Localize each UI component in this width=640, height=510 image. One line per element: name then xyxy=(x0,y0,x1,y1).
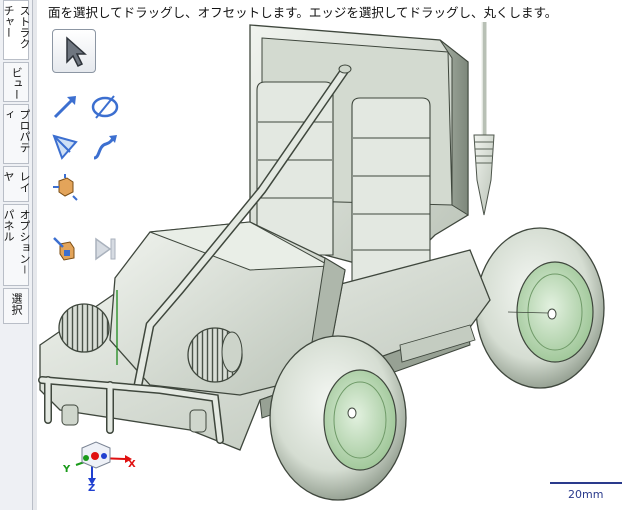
play-complete-button[interactable] xyxy=(90,234,120,264)
scale-bar-label: 20mm xyxy=(568,488,604,501)
blend-icon xyxy=(93,135,117,160)
model-viewport[interactable]: X Y Z xyxy=(37,22,640,510)
tab-selection-label: 選択 xyxy=(10,293,23,315)
tab-options-panel-label: オプション－パネル xyxy=(2,209,31,275)
pull-arrow-icon xyxy=(53,96,76,119)
fit-to-icon xyxy=(53,237,75,261)
sweep-tool-button[interactable] xyxy=(50,132,80,162)
revolve-tool-button[interactable] xyxy=(90,92,120,122)
tab-properties[interactable]: プロパティ xyxy=(2,104,31,164)
axis-x-label: X xyxy=(128,459,136,470)
axis-z-label: Z xyxy=(88,483,95,494)
fit-to-tool-button[interactable] xyxy=(50,234,80,264)
sweep-icon xyxy=(52,134,78,160)
tab-view[interactable]: ビュー xyxy=(3,62,29,102)
pull-tool-button[interactable] xyxy=(50,92,80,122)
tab-selection[interactable]: 選択 xyxy=(3,288,29,324)
side-panel-tabs: ストラクチャー ビュー プロパティ レイヤ オプション－パネル 選択 xyxy=(0,0,33,510)
scale-bar xyxy=(550,482,622,484)
tab-options-panel[interactable]: オプション－パネル xyxy=(2,204,31,286)
tab-structure[interactable]: ストラクチャー xyxy=(2,0,31,60)
tab-layers-label: レイヤ xyxy=(2,171,31,193)
up-to-icon xyxy=(53,174,78,201)
axis-triad xyxy=(75,441,132,485)
blend-tool-button[interactable] xyxy=(90,132,120,162)
revolve-icon xyxy=(91,95,119,119)
tab-view-label: ビュー xyxy=(10,67,23,100)
tab-structure-label: ストラクチャー xyxy=(2,5,31,49)
axis-y-label: Y xyxy=(62,464,71,475)
select-arrow-icon xyxy=(66,36,87,68)
tab-properties-label: プロパティ xyxy=(2,109,31,153)
tab-layers[interactable]: レイヤ xyxy=(2,166,31,202)
play-complete-icon xyxy=(95,237,116,261)
select-tool-button[interactable] xyxy=(52,29,96,73)
status-hint: 面を選択してドラッグし、オフセットします。エッジを選択してドラッグし、丸くします… xyxy=(48,5,558,20)
up-to-tool-button[interactable] xyxy=(50,172,80,202)
